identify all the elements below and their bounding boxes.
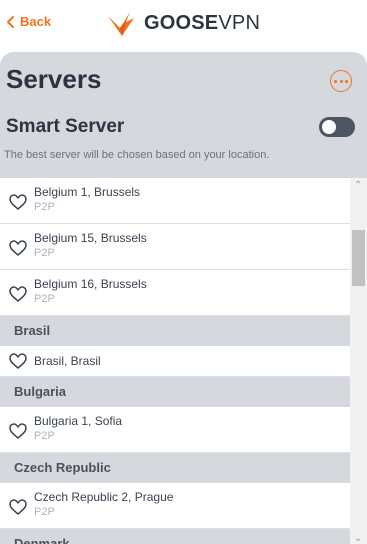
server-name: Czech Republic 2, Prague [34,490,174,504]
back-label: Back [20,14,52,29]
more-icon-dot [345,79,348,83]
server-row[interactable]: Czech Republic 2, Prague P2P [0,483,350,529]
server-name: Belgium 1, Brussels [34,185,141,199]
favorite-heart-icon[interactable] [9,353,27,369]
scrollbar[interactable]: ⌃ ⌄ [350,178,367,544]
server-row[interactable]: Belgium 1, Brussels P2P [0,178,350,224]
toggle-knob [322,120,336,134]
favorite-heart-icon[interactable] [9,499,27,515]
favorite-heart-icon[interactable] [9,286,27,302]
server-tag: P2P [34,430,55,442]
server-name: Belgium 16, Brussels [34,277,147,291]
smart-server-description: The best server will be chosen based on … [4,149,270,161]
country-header: Bulgaria [0,377,350,407]
page-title: Servers [6,64,102,94]
back-button[interactable]: Back [6,14,51,29]
server-name: Belgium 15, Brussels [34,231,147,245]
server-tag: P2P [34,201,55,213]
favorite-heart-icon[interactable] [9,194,27,210]
server-row[interactable]: Brasil, Brasil [0,346,350,377]
more-options-button[interactable] [330,70,352,92]
scroll-up-arrow-icon[interactable]: ⌃ [354,180,362,191]
favorite-heart-icon[interactable] [9,240,27,256]
country-header: Czech Republic [0,453,350,483]
smart-server-toggle[interactable] [319,117,355,137]
favorite-heart-icon[interactable] [9,423,27,439]
server-name: Brasil, Brasil [34,354,101,368]
server-row[interactable]: Bulgaria 1, Sofia P2P [0,407,350,453]
server-row[interactable]: Belgium 15, Brussels P2P [0,224,350,270]
brand-logo: GOOSEVPN [106,8,260,38]
brand-name: GOOSEVPN [144,12,260,35]
server-name: Bulgaria 1, Sofia [34,414,123,428]
server-row[interactable]: Belgium 16, Brussels P2P [0,270,350,316]
goose-icon [108,12,134,36]
brand-name-light: VPN [218,11,261,34]
country-header: Brasil [0,316,350,346]
more-icon-dot [339,79,343,83]
scroll-down-arrow-icon[interactable]: ⌄ [354,533,362,544]
country-header: Denmark [0,529,350,544]
brand-name-bold: GOOSE [144,11,219,34]
server-tag: P2P [34,293,55,305]
server-tag: P2P [34,506,55,518]
smart-server-label: Smart Server [6,116,125,137]
scrollbar-thumb[interactable] [352,230,365,286]
server-list: Belgium 1, Brussels P2P Belgium 15, Brusse… [0,178,350,544]
server-tag: P2P [34,247,55,259]
more-icon-dot [334,79,337,83]
chevron-left-icon [7,15,14,28]
top-bar: Back GOOSEVPN [0,0,367,52]
